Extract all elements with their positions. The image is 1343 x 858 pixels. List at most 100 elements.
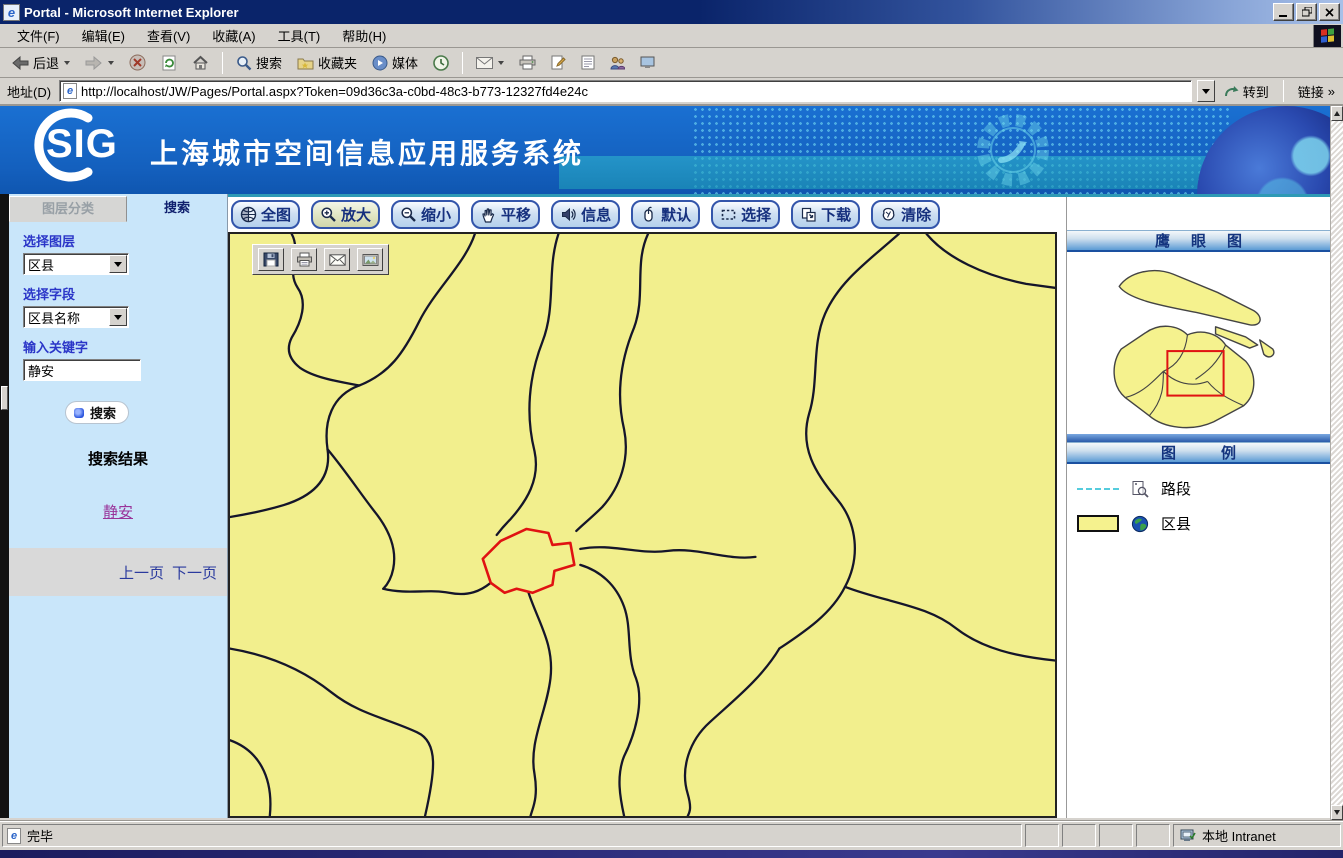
dropdown-arrow-icon: [1202, 89, 1210, 94]
menu-edit[interactable]: 编辑(E): [71, 23, 136, 48]
menu-tools[interactable]: 工具(T): [267, 23, 332, 48]
menu-help[interactable]: 帮助(H): [331, 23, 397, 48]
map-canvas[interactable]: [228, 232, 1057, 818]
search-result-link[interactable]: 静安: [9, 501, 227, 522]
export-image-button[interactable]: [357, 248, 383, 271]
globe-icon: [240, 206, 257, 223]
overview-map[interactable]: [1067, 252, 1330, 434]
intranet-zone-icon: [1180, 829, 1196, 843]
save-icon: [263, 252, 279, 267]
next-page-link[interactable]: 下一页: [172, 562, 217, 583]
go-arrow-icon: [1224, 84, 1240, 98]
go-button[interactable]: 转到: [1220, 82, 1273, 101]
media-label: 媒体: [392, 53, 418, 72]
menu-bar: 文件(F) 编辑(E) 查看(V) 收藏(A) 工具(T) 帮助(H): [0, 24, 1343, 48]
district-fill-swatch: [1077, 515, 1119, 532]
home-button[interactable]: [185, 50, 216, 76]
full-extent-button[interactable]: 全图: [231, 200, 300, 229]
info-button[interactable]: 信息: [551, 200, 620, 229]
field-select-arrow-icon[interactable]: [109, 308, 127, 326]
tab-layer-categories[interactable]: 图层分类: [9, 196, 127, 222]
refresh-button[interactable]: [154, 50, 184, 76]
page-icon: e: [63, 83, 77, 99]
fullscreen-button[interactable]: [633, 50, 662, 76]
media-button[interactable]: 媒体: [365, 50, 425, 76]
field-select[interactable]: 区县名称: [23, 306, 129, 328]
edit-button[interactable]: [544, 50, 573, 76]
links-label: 链接: [1298, 82, 1324, 101]
close-icon: [1325, 8, 1334, 17]
tab-search[interactable]: 搜索: [127, 196, 227, 222]
full-extent-label: 全图: [261, 204, 291, 225]
discuss-button[interactable]: [574, 50, 602, 76]
zone-text: 本地 Intranet: [1202, 826, 1276, 845]
download-button[interactable]: 下载: [791, 200, 860, 229]
sig-logo: SIG: [14, 106, 132, 184]
layer-select-arrow-icon[interactable]: [109, 255, 127, 273]
pager-bar: 上一页 下一页: [9, 548, 227, 596]
links-button[interactable]: 链接 »: [1294, 82, 1339, 101]
pan-button[interactable]: 平移: [471, 200, 540, 229]
email-map-button[interactable]: [324, 248, 350, 271]
image-icon: [362, 253, 379, 267]
legend-item-roads[interactable]: 路段: [1077, 478, 1330, 499]
history-button[interactable]: [426, 50, 456, 76]
search-results-title: 搜索结果: [9, 448, 227, 469]
print-button[interactable]: [512, 50, 543, 76]
zoom-out-icon: [400, 206, 417, 223]
default-button[interactable]: 默认: [631, 200, 700, 229]
mail-button[interactable]: [469, 50, 511, 76]
search-button[interactable]: 搜索: [229, 50, 289, 76]
layer-select[interactable]: 区县: [23, 253, 129, 275]
history-clock-icon: [433, 55, 449, 71]
status-message-panel: e 完毕: [2, 824, 1022, 847]
restore-button[interactable]: [1296, 3, 1317, 21]
select-button[interactable]: 选择: [711, 200, 780, 229]
zoom-in-button[interactable]: 放大: [311, 200, 380, 229]
ie-logo-icon: e: [3, 4, 20, 21]
clear-label: 清除: [901, 204, 931, 225]
menu-view[interactable]: 查看(V): [136, 23, 201, 48]
favorites-label: 收藏夹: [318, 53, 357, 72]
print-map-button[interactable]: [291, 248, 317, 271]
stop-button[interactable]: [122, 50, 153, 76]
legend-item-districts[interactable]: 区县: [1077, 513, 1330, 534]
content-area: 图层分类 搜索 选择图层 区县 选择字段 区县名称 输入关键字 搜索: [0, 194, 1330, 818]
favorites-folder-icon: [297, 56, 314, 70]
legend-roads-label: 路段: [1161, 478, 1191, 499]
favorites-button[interactable]: 收藏夹: [290, 50, 364, 76]
mouse-default-icon: [640, 206, 657, 223]
prev-page-link[interactable]: 上一页: [119, 562, 164, 583]
panel-resize-handle[interactable]: [1, 386, 8, 410]
mail-dropdown-icon[interactable]: [498, 61, 504, 65]
address-bar: 地址(D) e http://localhost/JW/Pages/Portal…: [0, 78, 1343, 106]
back-dropdown-icon[interactable]: [64, 61, 70, 65]
road-line-swatch: [1077, 488, 1119, 490]
forward-dropdown-icon[interactable]: [108, 61, 114, 65]
edit-icon: [551, 55, 566, 70]
scroll-down-button[interactable]: [1331, 805, 1343, 820]
sidebar-search-button[interactable]: 搜索: [65, 401, 129, 424]
address-input[interactable]: e http://localhost/JW/Pages/Portal.aspx?…: [59, 80, 1192, 102]
keyword-input[interactable]: [23, 359, 141, 381]
close-button[interactable]: [1319, 3, 1340, 21]
legend-title: 图例: [1161, 442, 1281, 463]
default-label: 默认: [661, 204, 691, 225]
minimize-button[interactable]: [1273, 3, 1294, 21]
address-dropdown-button[interactable]: [1197, 80, 1215, 102]
menu-file[interactable]: 文件(F): [6, 23, 71, 48]
menu-favorites[interactable]: 收藏(A): [201, 23, 266, 48]
forward-button[interactable]: [78, 50, 121, 76]
messenger-button[interactable]: [603, 50, 632, 76]
scroll-up-button[interactable]: [1331, 106, 1343, 121]
banner-title: 上海城市空间信息应用服务系统: [150, 132, 584, 172]
scroll-up-arrow-icon: [1334, 111, 1340, 116]
clear-button[interactable]: 清除: [871, 200, 940, 229]
zoom-out-button[interactable]: 缩小: [391, 200, 460, 229]
zoom-in-icon: [320, 206, 337, 223]
search-icon: [236, 55, 252, 71]
back-label: 后退: [33, 53, 59, 72]
back-button[interactable]: 后退: [4, 50, 77, 76]
page-scrollbar[interactable]: [1330, 106, 1343, 820]
save-map-button[interactable]: [258, 248, 284, 271]
